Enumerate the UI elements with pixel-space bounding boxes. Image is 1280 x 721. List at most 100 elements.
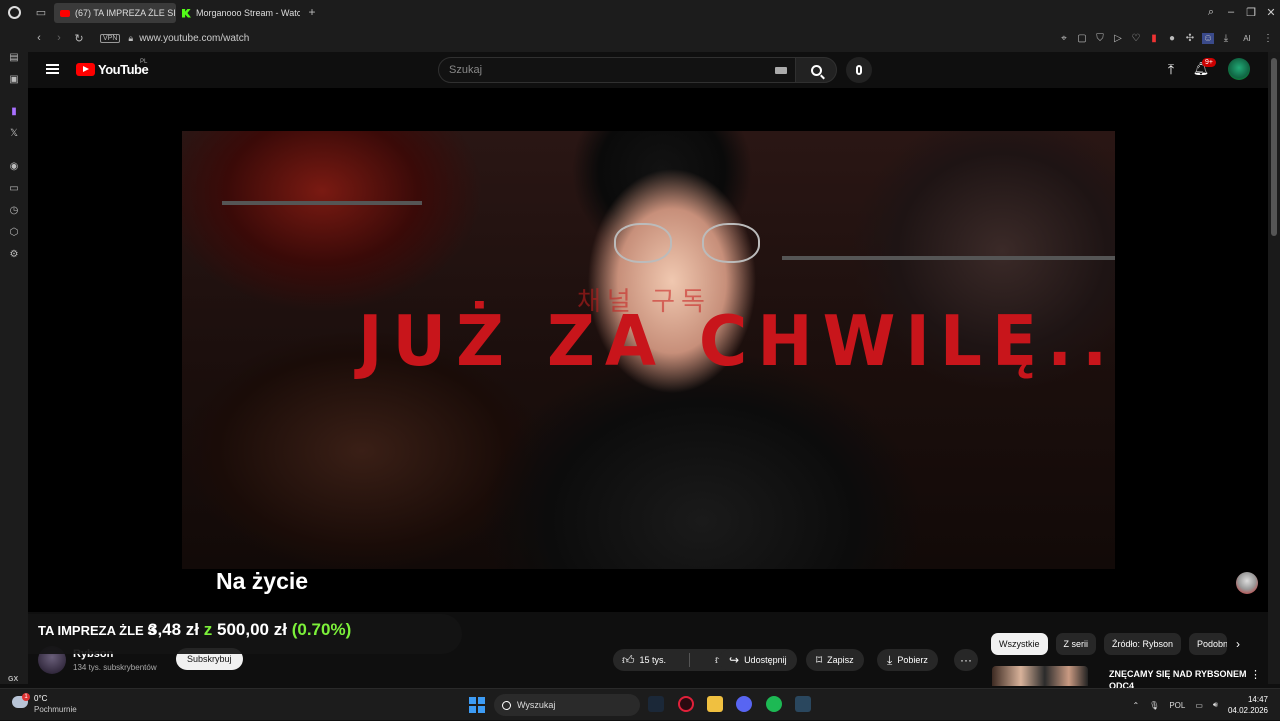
lock-icon[interactable]: 🔒︎ <box>128 33 133 44</box>
opera-gx-icon[interactable] <box>678 696 694 712</box>
taskbar-search[interactable]: Wyszukaj <box>494 694 640 716</box>
download-button[interactable]: ⤓ Pobierz <box>877 649 938 671</box>
recommendation-title[interactable]: ZNĘCAMY SIĘ NAD RYBSONEM ODC4 <box>1109 668 1249 688</box>
chip-similar[interactable]: Podobne <box>1189 633 1228 655</box>
maximize-icon[interactable]: ❐ <box>1242 6 1260 19</box>
bookmark-icon: ⌑ <box>816 653 823 667</box>
corner-avatar[interactable] <box>1236 572 1258 594</box>
discord-icon[interactable] <box>736 696 752 712</box>
weather-temperature[interactable]: 0°C <box>34 694 47 703</box>
youtube-play-icon <box>76 63 95 76</box>
browser-titlebar: ▭ (67) TA IMPREZA ŻLE SIĘ Morganooo Stre… <box>0 0 1280 24</box>
keyboard-icon[interactable] <box>775 67 787 74</box>
extensions-icon[interactable]: ⬡ <box>8 227 20 239</box>
gx-corner-icon[interactable]: ▣ <box>8 74 20 86</box>
search-button[interactable] <box>795 57 837 83</box>
search-tabs-icon[interactable]: ⌕ <box>1202 6 1220 19</box>
save-button[interactable]: ⌑ Zapisz <box>806 649 864 671</box>
minimize-icon[interactable]: – <box>1222 6 1240 18</box>
recommendation-thumbnail[interactable] <box>992 666 1088 686</box>
chip-series[interactable]: Z serii <box>1055 633 1096 655</box>
like-button[interactable]: 👍︎ 15 tys. <box>613 653 684 668</box>
youtube-logo[interactable]: YouTube <box>76 62 149 77</box>
save-label: Zapisz <box>827 655 854 665</box>
search-icon <box>810 64 822 76</box>
weather-description[interactable]: Pochmurnie <box>34 705 77 714</box>
system-tray: ⌃ 🎙︎ POL ▭ 🔊︎ 14:47 04.02.2026 <box>1132 689 1268 721</box>
microphone-tray-icon[interactable]: 🎙︎ <box>1149 701 1159 710</box>
notifications-badge: 9+ <box>1202 58 1216 67</box>
twitch-icon[interactable]: ▮ <box>8 106 20 118</box>
download-icon: ⤓ <box>887 652 893 667</box>
account-avatar[interactable] <box>1228 58 1250 80</box>
extension-circle-icon[interactable]: ● <box>1166 33 1178 44</box>
donation-title: TA IMPREZA ŻLE S <box>38 623 156 638</box>
scrollbar-thumb[interactable] <box>1271 58 1277 236</box>
youtube-extension-icon[interactable]: ▮ <box>1148 33 1160 44</box>
share-label: Udostępnij <box>744 655 787 665</box>
page-scrollbar[interactable] <box>1268 52 1280 684</box>
window-controls: ⌕ – ❐ ✕ <box>1200 0 1280 24</box>
clock[interactable]: 14:47 04.02.2026 <box>1228 694 1268 716</box>
heart-icon[interactable]: ♡ <box>1130 33 1142 44</box>
send-icon[interactable]: ▷ <box>1112 33 1124 44</box>
pin-icon[interactable]: ⌖ <box>1058 33 1070 44</box>
vpn-badge[interactable]: VPN <box>100 33 121 43</box>
language-indicator[interactable]: POL <box>1169 701 1185 710</box>
menu-icon[interactable]: ⋮ <box>1262 33 1274 44</box>
file-explorer-icon[interactable] <box>707 696 723 712</box>
donation-current: 3,48 zł <box>148 620 200 639</box>
forward-icon[interactable]: › <box>50 32 68 44</box>
history-icon[interactable]: ◷ <box>8 205 20 217</box>
more-vertical-icon[interactable]: ⋮ <box>1250 668 1261 681</box>
more-horizontal-icon: ··· <box>960 653 972 667</box>
gx-label[interactable]: GX <box>8 676 18 683</box>
tab-youtube[interactable]: (67) TA IMPREZA ŻLE SIĘ <box>54 3 176 23</box>
microphone-icon <box>856 65 862 75</box>
speed-dial-icon[interactable]: ▤ <box>8 52 20 64</box>
back-icon[interactable]: ‹ <box>30 32 48 44</box>
close-icon[interactable]: ✕ <box>1262 6 1280 19</box>
youtube-header: YouTube PL ⤒ 🔔︎ 9+ <box>28 52 1268 88</box>
tab-switcher-icon[interactable]: ▭ <box>28 0 54 24</box>
chevron-up-icon[interactable]: ⌃ <box>1132 701 1139 710</box>
spotify-icon[interactable] <box>766 696 782 712</box>
wallet-icon[interactable]: ▭ <box>8 183 20 195</box>
puzzle-icon[interactable]: ✣ <box>1184 33 1196 44</box>
divider <box>689 653 691 667</box>
more-actions-button[interactable]: ··· <box>954 649 978 671</box>
subtitle-caption: Na życie <box>216 568 309 594</box>
new-tab-button[interactable]: + <box>304 4 320 20</box>
snapshot-icon[interactable]: ▢ <box>1076 33 1088 44</box>
chip-all[interactable]: Wszystkie <box>991 633 1048 655</box>
player-icon[interactable]: ◉ <box>8 161 20 173</box>
steam-icon[interactable] <box>648 696 664 712</box>
network-icon[interactable]: ▭ <box>1195 701 1203 710</box>
opera-menu-icon[interactable] <box>0 0 28 24</box>
download-icon[interactable]: ⤓ <box>1220 33 1232 44</box>
share-button[interactable]: ↪ Udostępnij <box>719 649 797 671</box>
chip-source[interactable]: Źródło: Rybson <box>1104 633 1182 655</box>
share-icon: ↪ <box>729 653 740 667</box>
steam-alt-icon[interactable] <box>795 696 811 712</box>
settings-gear-icon[interactable]: ⚙ <box>8 249 20 261</box>
video-player[interactable]: 채널 구독 JUŻ ZA CHWILĘ... Na życie <box>28 88 1268 612</box>
ai-icon[interactable]: AI <box>1238 34 1256 43</box>
hamburger-menu-icon[interactable] <box>46 64 59 74</box>
url-field[interactable]: www.youtube.com/watch <box>139 33 249 44</box>
chevron-right-icon[interactable]: › <box>1236 637 1240 651</box>
voice-search-button[interactable] <box>846 57 872 83</box>
donation-amount: 3,48 zł z 500,00 zł (0.70%) <box>148 620 351 640</box>
profile-icon[interactable]: ☺ <box>1202 32 1214 44</box>
recommendation-item[interactable]: ZNĘCAMY SIĘ NAD RYBSONEM ODC4 ⋮ <box>992 666 1262 688</box>
shield-icon[interactable]: ⛉ <box>1094 33 1106 44</box>
windows-start-icon[interactable] <box>469 697 485 713</box>
upload-icon[interactable]: ⤒ <box>1162 60 1180 78</box>
reload-icon[interactable]: ↻ <box>70 32 88 45</box>
donation-separator: z <box>203 620 213 639</box>
country-code: PL <box>140 59 148 65</box>
tab-kick[interactable]: Morganooo Stream - Watc <box>176 3 300 23</box>
search-input[interactable] <box>439 58 759 82</box>
x-twitter-icon[interactable]: 𝕏 <box>8 128 20 140</box>
volume-icon[interactable]: 🔊︎ <box>1213 700 1218 710</box>
